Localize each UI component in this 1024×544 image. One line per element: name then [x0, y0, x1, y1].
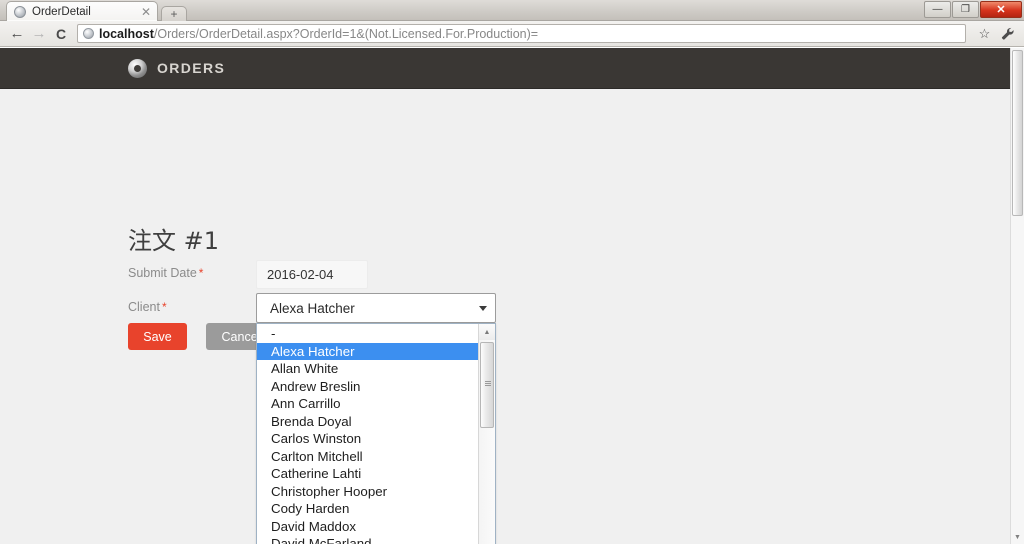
toolbar-actions: ☆	[974, 23, 1018, 44]
window-controls: — ❐ ✕	[923, 1, 1022, 18]
browser-tab[interactable]: OrderDetail ✕	[6, 1, 158, 21]
dropdown-option[interactable]: David McFarland	[257, 535, 478, 544]
dropdown-option[interactable]: Brenda Doyal	[257, 413, 478, 431]
dropdown-option[interactable]: Andrew Breslin	[257, 378, 478, 396]
dropdown-option[interactable]: David Maddox	[257, 518, 478, 536]
wrench-menu-icon[interactable]	[997, 23, 1018, 44]
scrollbar-thumb[interactable]	[480, 342, 494, 428]
page-content: 注文 #1 Submit Date * 2016-02-04 Client * Al…	[0, 90, 1010, 544]
required-marker: *	[198, 266, 204, 280]
browser-titlebar: OrderDetail ✕ + — ❐ ✕	[0, 0, 1024, 21]
address-bar-url: localhost/Orders/OrderDetail.aspx?OrderI…	[99, 27, 538, 41]
disc-icon	[128, 58, 147, 78]
dropdown-option[interactable]: Ann Carrillo	[257, 395, 478, 413]
tab-strip: OrderDetail ✕ +	[0, 0, 187, 21]
url-path: /Orders/OrderDetail.aspx?OrderId=1&(Not.…	[153, 26, 539, 41]
client-label: Client *	[128, 300, 167, 314]
dropdown-option[interactable]: Cody Harden	[257, 500, 478, 518]
client-select[interactable]: Alexa Hatcher	[256, 293, 496, 323]
dropdown-scrollbar[interactable]: ▲ ▼	[478, 324, 495, 544]
minimize-button[interactable]: —	[924, 1, 951, 18]
globe-icon	[14, 5, 26, 18]
close-window-button[interactable]: ✕	[980, 1, 1022, 18]
page-scrollbar[interactable]: ▼	[1010, 48, 1024, 544]
required-marker: *	[161, 300, 167, 314]
tab-title: OrderDetail	[32, 5, 91, 18]
close-icon[interactable]: ✕	[141, 6, 151, 18]
chevron-down-icon	[479, 305, 487, 311]
save-button[interactable]: Save	[128, 323, 187, 350]
client-dropdown-list[interactable]: - Alexa Hatcher Allan White Andrew Breslin A…	[256, 323, 496, 544]
browser-toolbar: ← → C localhost/Orders/OrderDetail.aspx?…	[0, 21, 1024, 47]
dropdown-option[interactable]: Carlos Winston	[257, 430, 478, 448]
page-scroll-down-icon[interactable]: ▼	[1011, 530, 1024, 544]
dropdown-option[interactable]: Alexa Hatcher	[257, 342, 478, 360]
reload-icon[interactable]: C	[50, 23, 72, 45]
dropdown-options[interactable]: - Alexa Hatcher Allan White Andrew Breslin A…	[257, 324, 478, 544]
page-viewport: ORDERS 注文 #1 Submit Date * 2016-02-04 Cli…	[0, 48, 1024, 544]
new-tab-button[interactable]: +	[161, 6, 187, 21]
back-icon[interactable]: ←	[6, 23, 28, 45]
bookmark-star-icon[interactable]: ☆	[974, 23, 995, 44]
maximize-button[interactable]: ❐	[952, 1, 979, 18]
submit-date-label: Submit Date *	[128, 266, 204, 280]
dropdown-option[interactable]: -	[257, 325, 478, 343]
app-navbar: ORDERS	[0, 48, 1010, 89]
client-select-value: Alexa Hatcher	[270, 300, 355, 316]
submit-date-input[interactable]: 2016-02-04	[256, 260, 368, 289]
dropdown-option[interactable]: Allan White	[257, 360, 478, 378]
app-brand[interactable]: ORDERS	[128, 58, 226, 78]
page-title: 注文 #1	[128, 227, 220, 256]
dropdown-option[interactable]: Catherine Lahti	[257, 465, 478, 483]
page-scrollbar-thumb[interactable]	[1012, 50, 1023, 216]
url-host: localhost	[99, 26, 154, 41]
app-brand-label: ORDERS	[157, 60, 226, 76]
address-bar[interactable]: localhost/Orders/OrderDetail.aspx?OrderI…	[77, 24, 966, 43]
dropdown-option[interactable]: Christopher Hooper	[257, 483, 478, 501]
scroll-up-icon[interactable]: ▲	[479, 324, 495, 340]
globe-icon	[83, 28, 94, 39]
dropdown-option[interactable]: Carlton Mitchell	[257, 448, 478, 466]
browser-window: OrderDetail ✕ + — ❐ ✕ ← → C localhost/Or…	[0, 0, 1024, 544]
forward-icon[interactable]: →	[28, 23, 50, 45]
